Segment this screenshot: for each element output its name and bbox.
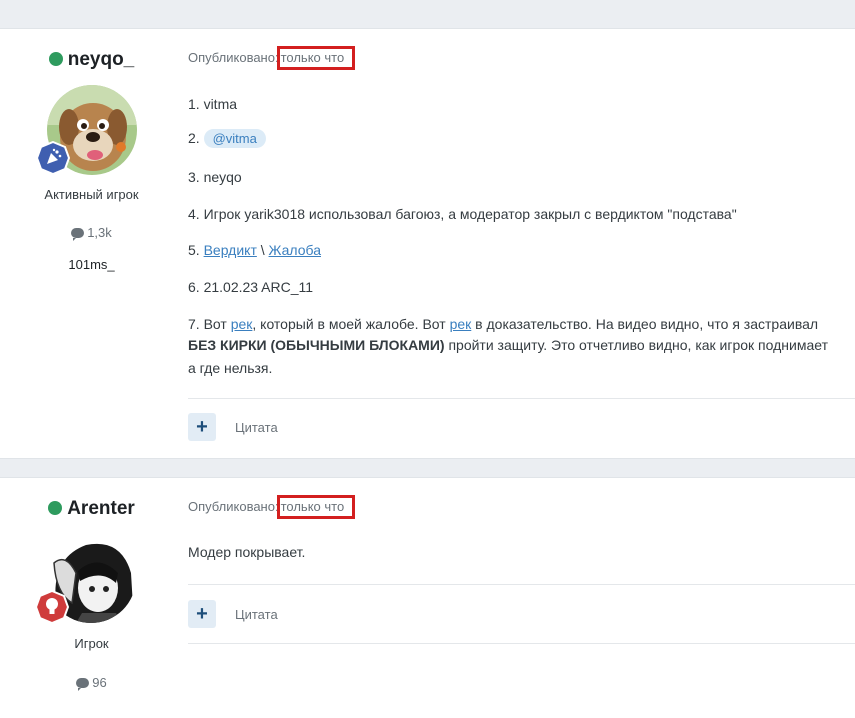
post-end-divider <box>188 643 855 644</box>
published-label: Опубликовано: <box>188 499 279 514</box>
post-meta: Опубликовано: только что <box>188 46 356 70</box>
author-name-row[interactable]: Arenter <box>0 498 183 520</box>
post-text: Модер покрывает. <box>188 544 306 560</box>
online-status-icon <box>48 501 63 515</box>
post-footer-divider <box>188 398 855 399</box>
line-4: 4. Игрок yarik3018 использовал багоюз, а… <box>188 206 737 222</box>
line-2: 2. @vitma <box>188 129 266 148</box>
published-time[interactable]: только что <box>276 46 356 70</box>
line-7-text-a: 7. Вот <box>188 316 227 332</box>
author-name[interactable]: neyqo_ <box>68 49 135 70</box>
line-7-text-b: , который в моей жалобе. Вот <box>252 316 446 332</box>
complaint-link[interactable]: Жалоба <box>269 242 321 258</box>
line-7: 7. Вот рек, который в моей жалобе. Вот р… <box>188 316 818 332</box>
line-5-prefix: 5. <box>188 242 200 258</box>
post-count: 96 <box>0 675 183 691</box>
online-status-icon <box>48 52 63 66</box>
mention-vitma[interactable]: @vitma <box>203 129 266 148</box>
post-1: neyqo_ Активный игрок 1,3k 101ms_ Опубли… <box>0 28 855 459</box>
rec-link-1[interactable]: рек <box>231 316 253 332</box>
author-name-row[interactable]: neyqo_ <box>0 49 183 71</box>
line-8: БЕЗ КИРКИ (ОБЫЧНЫМИ БЛОКАМИ) пройти защи… <box>188 337 828 353</box>
rank-badge-icon <box>35 140 71 176</box>
line-6: 6. 21.02.23 ARC_11 <box>188 279 314 295</box>
line-2-prefix: 2. <box>188 130 200 146</box>
line-1: 1. vitma <box>188 96 238 112</box>
line-5: 5. Вердикт \ Жалоба <box>188 242 321 258</box>
comment-icon <box>71 228 85 241</box>
post-footer-divider <box>188 584 855 585</box>
post-count-value: 1,3k <box>87 225 112 240</box>
comment-icon <box>76 678 90 691</box>
author-name[interactable]: Arenter <box>67 498 135 519</box>
line-7-text-c: в доказательство. На видео видно, что я … <box>475 316 819 332</box>
verdict-link[interactable]: Вердикт <box>204 242 257 258</box>
multiquote-button[interactable]: + <box>188 413 216 441</box>
rank-title: Активный игрок <box>44 187 139 202</box>
rec-link-2[interactable]: рек <box>450 316 472 332</box>
line-3: 3. neyqo <box>188 169 242 185</box>
published-label: Опубликовано: <box>188 50 279 65</box>
post-meta: Опубликовано: только что <box>188 495 356 519</box>
line-8-bold: БЕЗ КИРКИ (ОБЫЧНЫМИ БЛОКАМИ) <box>188 337 445 353</box>
line-8-rest: пройти защиту. Это отчетливо видно, как … <box>448 337 828 353</box>
quote-button[interactable]: Цитата <box>235 420 278 435</box>
multiquote-button[interactable]: + <box>188 600 216 628</box>
signature-name: 101ms_ <box>68 257 115 272</box>
line-5-separator: \ <box>260 242 265 258</box>
rank-title: Игрок <box>74 636 109 651</box>
line-9: а где нельзя. <box>188 360 273 376</box>
post-2: Arenter Игрок 96 Опубликовано: только что… <box>0 477 855 718</box>
rank-badge-icon <box>34 589 70 625</box>
post-count-value: 96 <box>92 675 107 690</box>
quote-button[interactable]: Цитата <box>235 607 278 622</box>
published-time[interactable]: только что <box>276 495 356 519</box>
post-count: 1,3k <box>0 225 183 241</box>
